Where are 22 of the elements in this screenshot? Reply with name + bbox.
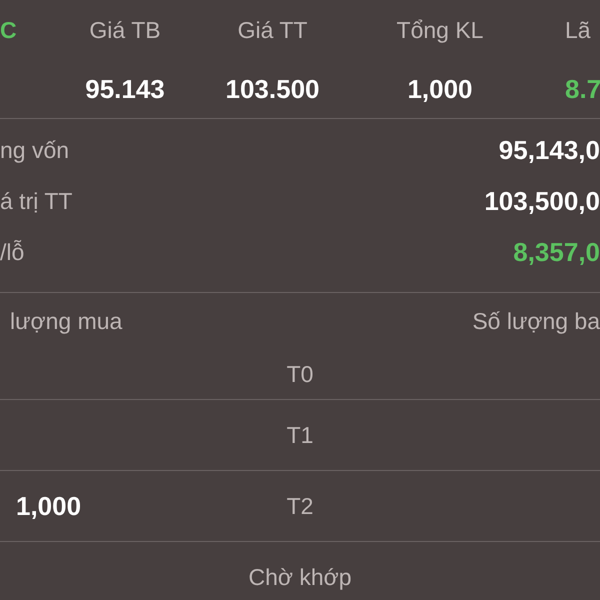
column-header: Lã bbox=[565, 16, 591, 42]
settlement-label: T0 bbox=[286, 360, 314, 386]
table-cell: 1,000 bbox=[407, 74, 473, 104]
buy-quantity: 1,000 bbox=[15, 490, 82, 520]
column-header: Giá TT bbox=[238, 16, 308, 42]
summary-label: á trị TT bbox=[0, 188, 72, 215]
summary-label: ng vốn bbox=[0, 137, 70, 164]
settlement-label: T1 bbox=[286, 422, 314, 448]
summary-value: 95,143,0 bbox=[498, 135, 600, 166]
summary-value: 8,357,0 bbox=[513, 237, 600, 268]
table-cell: 95.143 bbox=[85, 74, 165, 104]
column-header: Tổng KL bbox=[396, 16, 484, 42]
summary-value: 103,500,0 bbox=[484, 186, 600, 217]
summary-label: /lỗ bbox=[0, 239, 24, 266]
settlement-label: T2 bbox=[286, 492, 314, 518]
column-header: Giá TB bbox=[89, 16, 161, 42]
buy-quantity-header: lượng mua bbox=[10, 308, 122, 334]
sell-quantity-header: Số lượng ba bbox=[472, 308, 600, 334]
table-cell: 8.7 bbox=[565, 74, 600, 104]
table-cell: 103.500 bbox=[226, 74, 320, 104]
column-header: C bbox=[0, 16, 17, 42]
settlement-label: Chờ khớp bbox=[248, 564, 352, 590]
